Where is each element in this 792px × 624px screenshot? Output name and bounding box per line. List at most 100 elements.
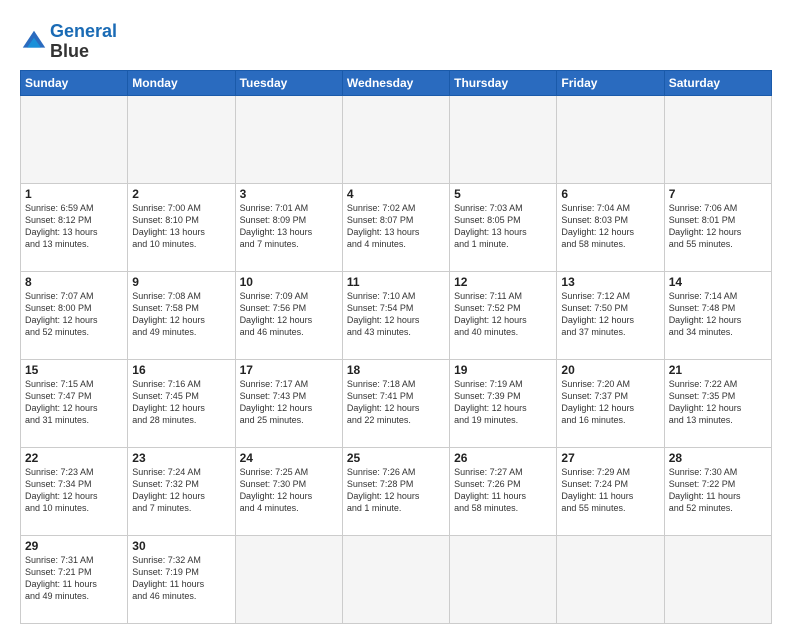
day-detail: Sunrise: 7:19 AM Sunset: 7:39 PM Dayligh… [454,378,552,427]
day-cell [450,535,557,623]
day-number: 11 [347,275,445,289]
day-number: 5 [454,187,552,201]
day-cell: 11Sunrise: 7:10 AM Sunset: 7:54 PM Dayli… [342,271,449,359]
logo: GeneralBlue [20,22,117,62]
day-cell: 23Sunrise: 7:24 AM Sunset: 7:32 PM Dayli… [128,447,235,535]
day-number: 28 [669,451,767,465]
day-detail: Sunrise: 7:18 AM Sunset: 7:41 PM Dayligh… [347,378,445,427]
day-number: 17 [240,363,338,377]
calendar-table: SundayMondayTuesdayWednesdayThursdayFrid… [20,70,772,624]
day-detail: Sunrise: 7:08 AM Sunset: 7:58 PM Dayligh… [132,290,230,339]
day-cell [235,535,342,623]
day-detail: Sunrise: 7:03 AM Sunset: 8:05 PM Dayligh… [454,202,552,251]
day-detail: Sunrise: 7:09 AM Sunset: 7:56 PM Dayligh… [240,290,338,339]
day-number: 19 [454,363,552,377]
day-detail: Sunrise: 7:06 AM Sunset: 8:01 PM Dayligh… [669,202,767,251]
day-cell: 21Sunrise: 7:22 AM Sunset: 7:35 PM Dayli… [664,359,771,447]
day-cell: 13Sunrise: 7:12 AM Sunset: 7:50 PM Dayli… [557,271,664,359]
day-number: 21 [669,363,767,377]
day-cell: 3Sunrise: 7:01 AM Sunset: 8:09 PM Daylig… [235,183,342,271]
logo-icon [20,28,48,56]
day-cell: 17Sunrise: 7:17 AM Sunset: 7:43 PM Dayli… [235,359,342,447]
day-detail: Sunrise: 7:27 AM Sunset: 7:26 PM Dayligh… [454,466,552,515]
day-detail: Sunrise: 7:25 AM Sunset: 7:30 PM Dayligh… [240,466,338,515]
day-cell [450,95,557,183]
day-cell: 28Sunrise: 7:30 AM Sunset: 7:22 PM Dayli… [664,447,771,535]
day-number: 25 [347,451,445,465]
day-cell: 8Sunrise: 7:07 AM Sunset: 8:00 PM Daylig… [21,271,128,359]
logo-text: GeneralBlue [50,22,117,62]
day-detail: Sunrise: 7:12 AM Sunset: 7:50 PM Dayligh… [561,290,659,339]
day-cell: 6Sunrise: 7:04 AM Sunset: 8:03 PM Daylig… [557,183,664,271]
header: GeneralBlue [20,18,772,62]
day-cell: 27Sunrise: 7:29 AM Sunset: 7:24 PM Dayli… [557,447,664,535]
day-detail: Sunrise: 7:04 AM Sunset: 8:03 PM Dayligh… [561,202,659,251]
day-cell: 20Sunrise: 7:20 AM Sunset: 7:37 PM Dayli… [557,359,664,447]
day-number: 22 [25,451,123,465]
day-cell [557,535,664,623]
day-number: 4 [347,187,445,201]
weekday-header-row: SundayMondayTuesdayWednesdayThursdayFrid… [21,70,772,95]
day-number: 10 [240,275,338,289]
day-detail: Sunrise: 7:11 AM Sunset: 7:52 PM Dayligh… [454,290,552,339]
day-detail: Sunrise: 7:29 AM Sunset: 7:24 PM Dayligh… [561,466,659,515]
day-detail: Sunrise: 7:31 AM Sunset: 7:21 PM Dayligh… [25,554,123,603]
day-cell: 1Sunrise: 6:59 AM Sunset: 8:12 PM Daylig… [21,183,128,271]
day-number: 14 [669,275,767,289]
day-detail: Sunrise: 7:20 AM Sunset: 7:37 PM Dayligh… [561,378,659,427]
week-row-2: 8Sunrise: 7:07 AM Sunset: 8:00 PM Daylig… [21,271,772,359]
day-detail: Sunrise: 7:32 AM Sunset: 7:19 PM Dayligh… [132,554,230,603]
day-detail: Sunrise: 6:59 AM Sunset: 8:12 PM Dayligh… [25,202,123,251]
day-number: 16 [132,363,230,377]
day-number: 13 [561,275,659,289]
day-detail: Sunrise: 7:10 AM Sunset: 7:54 PM Dayligh… [347,290,445,339]
day-cell: 25Sunrise: 7:26 AM Sunset: 7:28 PM Dayli… [342,447,449,535]
day-number: 27 [561,451,659,465]
day-cell [21,95,128,183]
day-detail: Sunrise: 7:26 AM Sunset: 7:28 PM Dayligh… [347,466,445,515]
day-detail: Sunrise: 7:07 AM Sunset: 8:00 PM Dayligh… [25,290,123,339]
page: GeneralBlue SundayMondayTuesdayWednesday… [0,0,792,612]
day-cell [664,95,771,183]
weekday-header-sunday: Sunday [21,70,128,95]
day-number: 6 [561,187,659,201]
day-detail: Sunrise: 7:14 AM Sunset: 7:48 PM Dayligh… [669,290,767,339]
day-number: 20 [561,363,659,377]
day-cell [342,95,449,183]
day-number: 3 [240,187,338,201]
day-detail: Sunrise: 7:15 AM Sunset: 7:47 PM Dayligh… [25,378,123,427]
day-cell [235,95,342,183]
day-cell: 19Sunrise: 7:19 AM Sunset: 7:39 PM Dayli… [450,359,557,447]
day-cell: 24Sunrise: 7:25 AM Sunset: 7:30 PM Dayli… [235,447,342,535]
day-detail: Sunrise: 7:30 AM Sunset: 7:22 PM Dayligh… [669,466,767,515]
day-number: 24 [240,451,338,465]
day-cell: 4Sunrise: 7:02 AM Sunset: 8:07 PM Daylig… [342,183,449,271]
week-row-5: 29Sunrise: 7:31 AM Sunset: 7:21 PM Dayli… [21,535,772,623]
day-number: 8 [25,275,123,289]
day-number: 18 [347,363,445,377]
day-number: 26 [454,451,552,465]
week-row-4: 22Sunrise: 7:23 AM Sunset: 7:34 PM Dayli… [21,447,772,535]
day-number: 23 [132,451,230,465]
day-number: 12 [454,275,552,289]
day-cell: 22Sunrise: 7:23 AM Sunset: 7:34 PM Dayli… [21,447,128,535]
day-detail: Sunrise: 7:16 AM Sunset: 7:45 PM Dayligh… [132,378,230,427]
day-number: 1 [25,187,123,201]
day-cell: 5Sunrise: 7:03 AM Sunset: 8:05 PM Daylig… [450,183,557,271]
day-cell: 10Sunrise: 7:09 AM Sunset: 7:56 PM Dayli… [235,271,342,359]
weekday-header-thursday: Thursday [450,70,557,95]
weekday-header-friday: Friday [557,70,664,95]
day-cell: 16Sunrise: 7:16 AM Sunset: 7:45 PM Dayli… [128,359,235,447]
day-cell [664,535,771,623]
day-cell [128,95,235,183]
day-cell [342,535,449,623]
day-detail: Sunrise: 7:24 AM Sunset: 7:32 PM Dayligh… [132,466,230,515]
day-number: 9 [132,275,230,289]
day-number: 30 [132,539,230,553]
day-number: 7 [669,187,767,201]
day-cell: 18Sunrise: 7:18 AM Sunset: 7:41 PM Dayli… [342,359,449,447]
day-detail: Sunrise: 7:02 AM Sunset: 8:07 PM Dayligh… [347,202,445,251]
day-detail: Sunrise: 7:01 AM Sunset: 8:09 PM Dayligh… [240,202,338,251]
weekday-header-saturday: Saturday [664,70,771,95]
day-cell: 26Sunrise: 7:27 AM Sunset: 7:26 PM Dayli… [450,447,557,535]
